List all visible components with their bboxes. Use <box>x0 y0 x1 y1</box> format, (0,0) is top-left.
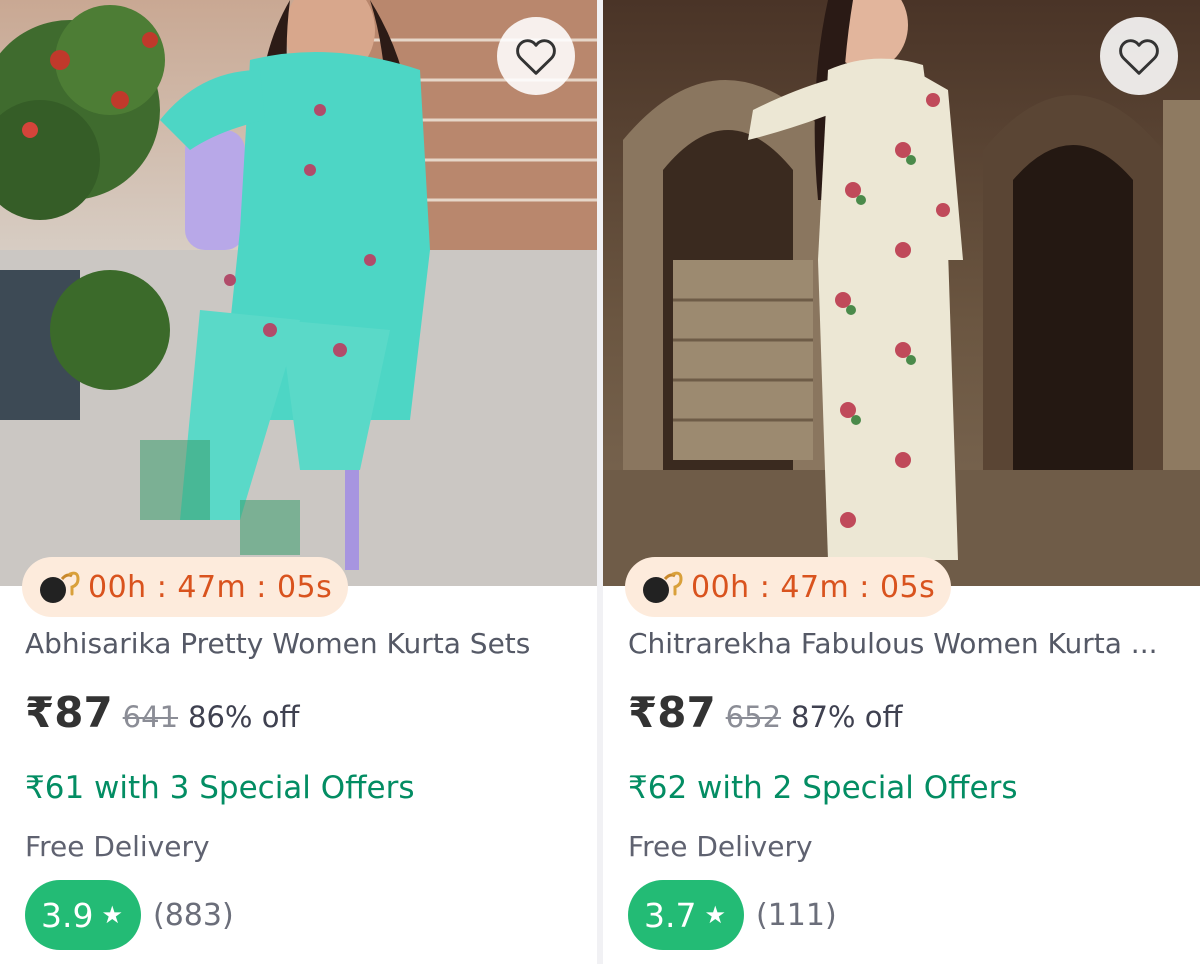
original-price: 652 <box>725 700 782 734</box>
wishlist-button[interactable] <box>497 17 575 95</box>
rating-badge: 3.9 ★ <box>25 880 141 950</box>
discount-label: 87% off <box>791 700 903 734</box>
wishlist-button[interactable] <box>1100 17 1178 95</box>
timer-text: 00h : 47m : 05s <box>691 569 936 605</box>
rating-badge: 3.7 ★ <box>628 880 744 950</box>
discount-label: 86% off <box>188 700 300 734</box>
rating-row: 3.9 ★ (883) <box>25 880 234 950</box>
rating-count: (111) <box>756 897 837 933</box>
heart-icon <box>1119 39 1159 75</box>
price-row: ₹87 641 86% off <box>25 688 299 737</box>
product-grid: 00h : 47m : 05s Abhisarika Pretty Women … <box>0 0 1200 964</box>
selling-price: ₹87 <box>628 688 716 737</box>
heart-icon <box>516 39 556 75</box>
product-card[interactable]: 00h : 47m : 05s Chitrarekha Fabulous Wom… <box>603 0 1200 964</box>
selling-price: ₹87 <box>25 688 113 737</box>
rating-count: (883) <box>153 897 234 933</box>
star-icon: ★ <box>101 901 123 929</box>
product-image[interactable] <box>0 0 597 586</box>
product-image[interactable] <box>603 0 1200 586</box>
product-card[interactable]: 00h : 47m : 05s Abhisarika Pretty Women … <box>0 0 597 964</box>
deal-timer: 00h : 47m : 05s <box>22 557 349 617</box>
delivery-text: Free Delivery <box>628 830 813 863</box>
product-photo <box>0 0 597 586</box>
deal-timer: 00h : 47m : 05s <box>625 557 952 617</box>
product-photo <box>603 0 1200 586</box>
product-title[interactable]: Abhisarika Pretty Women Kurta Sets <box>25 627 585 660</box>
delivery-text: Free Delivery <box>25 830 210 863</box>
rating-value: 3.9 <box>41 895 94 935</box>
rating-row: 3.7 ★ (111) <box>628 880 837 950</box>
original-price: 641 <box>122 700 179 734</box>
price-row: ₹87 652 87% off <box>628 688 902 737</box>
bomb-icon <box>643 571 683 603</box>
special-offers-text: ₹62 with 2 Special Offers <box>628 770 1018 806</box>
bomb-icon <box>40 571 80 603</box>
rating-value: 3.7 <box>644 895 697 935</box>
star-icon: ★ <box>704 901 726 929</box>
special-offers-text: ₹61 with 3 Special Offers <box>25 770 415 806</box>
product-title[interactable]: Chitrarekha Fabulous Women Kurta ... <box>628 627 1188 660</box>
timer-text: 00h : 47m : 05s <box>88 569 333 605</box>
